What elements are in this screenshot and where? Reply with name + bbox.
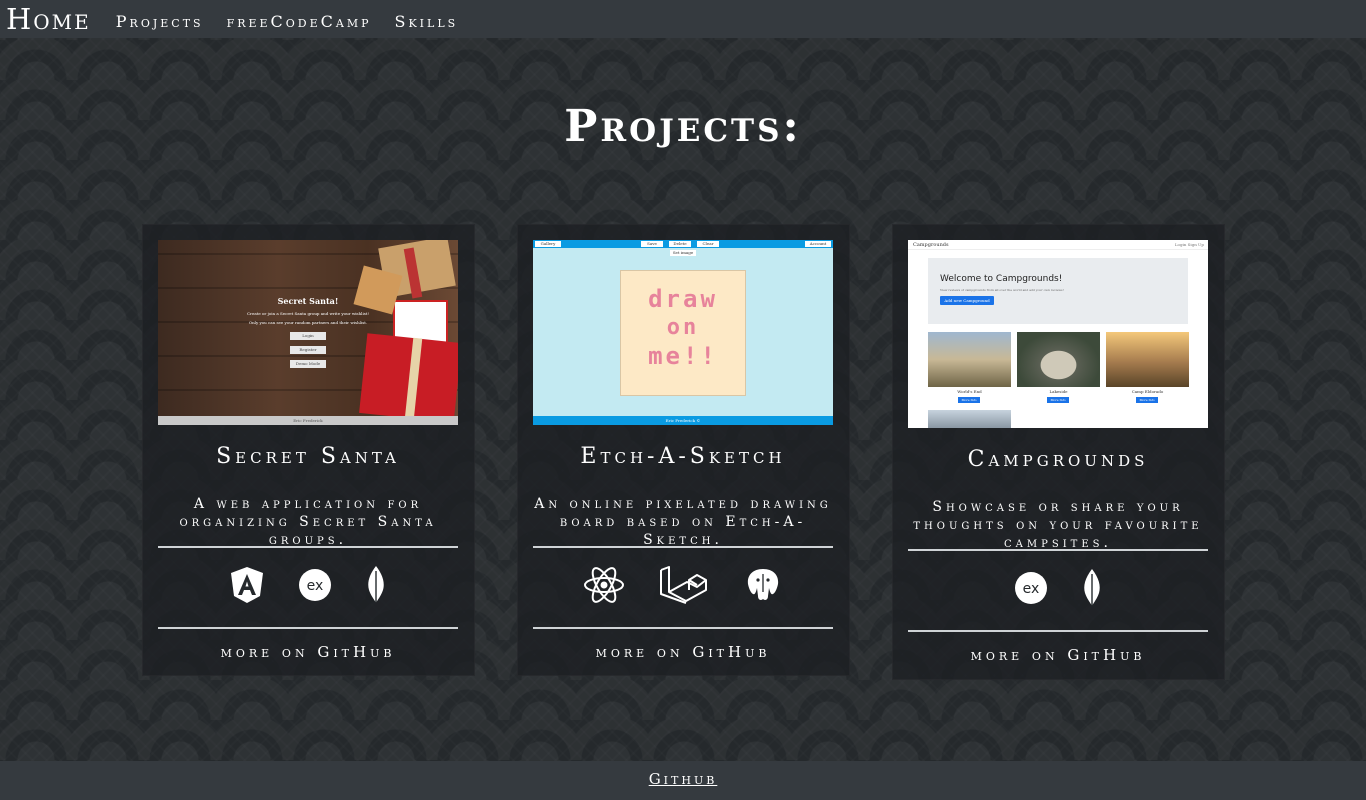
cg-thumb-add-button: Add new Campground [940, 296, 994, 305]
nav-skills[interactable]: Skills [395, 12, 459, 31]
card-description: A web application for organizing Secret … [179, 496, 437, 548]
tech-icons: ex [908, 565, 1208, 615]
nav-projects[interactable]: Projects [116, 12, 204, 31]
divider [908, 630, 1208, 632]
card-description: Showcase or share your thoughts on your … [913, 499, 1203, 551]
divider [158, 546, 458, 548]
divider [908, 549, 1208, 551]
ss-thumb-register: Register [290, 346, 326, 354]
cg-thumb-item-2: Lakeside [1049, 389, 1068, 394]
ss-thumb-heading: Secret Santa! [277, 296, 339, 306]
ss-thumb-footer: Eric Frederick [158, 416, 458, 425]
eas-thumb-canvas: draw on me!! [620, 270, 746, 396]
secret-santa-screenshot[interactable]: Secret Santa! Create or join a Secret Sa… [158, 240, 458, 425]
eas-thumb-footer: Eric Frederick © [533, 416, 833, 425]
page-title: Projects: [564, 101, 802, 152]
eas-thumb-account: Account [805, 241, 831, 247]
ss-thumb-line2: Only you can see your random partners an… [248, 320, 368, 325]
tech-icons [533, 562, 833, 612]
mongodb-leaf-icon [366, 565, 386, 609]
top-navbar: Home Projects freeCodeCamp Skills [0, 0, 1366, 38]
angular-icon [230, 566, 264, 608]
cg-thumb-more-2: More Info [1047, 397, 1069, 403]
postgresql-icon [743, 566, 783, 608]
more-on-github-link[interactable]: more on GitHub [533, 643, 833, 661]
footer: Github [0, 761, 1366, 800]
etch-a-sketch-screenshot[interactable]: Gallery Save Delete Clear Account Set im… [533, 240, 833, 425]
cg-thumb-more-1: More Info [958, 397, 980, 403]
ss-thumb-login: Login [290, 332, 326, 340]
express-icon: ex [298, 568, 332, 606]
footer-github-link[interactable]: Github [649, 770, 718, 788]
cg-thumb-auth: Login Sign Up [1174, 242, 1204, 247]
nav-freecodecamp[interactable]: freeCodeCamp [227, 12, 372, 31]
card-title: Secret Santa [216, 444, 400, 469]
eas-thumb-set-image: Set image [670, 250, 696, 256]
eas-thumb-gallery: Gallery [535, 241, 561, 247]
card-title: Campgrounds [967, 447, 1149, 472]
more-on-github-link[interactable]: more on GitHub [908, 646, 1208, 664]
divider [533, 627, 833, 629]
cg-thumb-item-3: Camp Eldorado [1131, 389, 1164, 394]
cg-thumb-item-1: World's End [957, 389, 982, 394]
nav-home[interactable]: Home [6, 0, 91, 38]
express-icon: ex [1014, 571, 1048, 609]
nav-links: Projects freeCodeCamp Skills [116, 12, 458, 31]
cg-thumb-welcome-sub: View reviews of campgrounds from all ove… [940, 288, 1064, 292]
tech-icons: ex [158, 562, 458, 612]
react-icon [583, 566, 625, 608]
card-title: Etch-A-Sketch [580, 444, 786, 469]
divider [158, 627, 458, 629]
campgrounds-screenshot[interactable]: Campgrounds Login Sign Up Welcome to Cam… [908, 240, 1208, 428]
ss-thumb-line1: Create or join a Secret Santa group and … [247, 311, 369, 316]
cg-thumb-welcome: Welcome to Campgrounds! [940, 274, 1063, 284]
svg-text:ex: ex [1023, 581, 1040, 597]
cg-thumb-brand: Campgrounds [913, 242, 949, 248]
laravel-icon [659, 566, 709, 608]
eas-thumb-save: Save [641, 241, 663, 247]
svg-text:ex: ex [307, 578, 324, 594]
project-card-etch-a-sketch: Gallery Save Delete Clear Account Set im… [517, 224, 850, 676]
mongodb-leaf-icon [1082, 568, 1102, 612]
ss-thumb-demo: Demo Mode [290, 360, 326, 368]
cg-thumb-more-3: More Info [1136, 397, 1158, 403]
card-description: An online pixelated drawing board based … [534, 496, 832, 548]
project-card-secret-santa: Secret Santa! Create or join a Secret Sa… [142, 224, 475, 676]
eas-thumb-clear: Clear [697, 241, 719, 247]
more-on-github-link[interactable]: more on GitHub [158, 643, 458, 661]
project-card-campgrounds: Campgrounds Login Sign Up Welcome to Cam… [892, 224, 1225, 680]
divider [533, 546, 833, 548]
eas-thumb-delete: Delete [669, 241, 691, 247]
